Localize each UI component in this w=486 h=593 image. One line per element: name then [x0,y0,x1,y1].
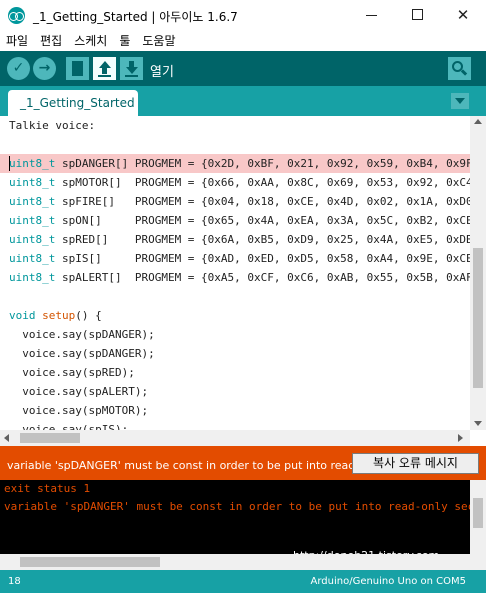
code-line: uint8_t spON[] PROGMEM = {0x65, 0x4A, 0x… [9,211,470,230]
console-line: exit status 1 [4,482,91,495]
console-line: variable 'spDANGER' must be const in ord… [4,500,470,513]
title-bar: _1_Getting_Started | 아두이노 1.6.7 ✕ [0,0,486,31]
checkmark-icon: ✓ [12,60,25,76]
menu-bar: 파일 편집 스케치 툴 도움말 [0,31,486,51]
console-horizontal-scrollbar[interactable] [0,554,486,570]
close-icon: ✕ [456,6,470,24]
serial-monitor-button[interactable] [448,57,471,80]
minimize-icon [365,15,377,16]
menu-tools[interactable]: 툴 [119,31,130,51]
new-file-icon [72,61,83,76]
menu-sketch[interactable]: 스케치 [74,31,107,51]
line-number: 18 [8,576,21,587]
minimize-button[interactable] [348,0,394,31]
open-button[interactable] [93,57,116,80]
tab-sketch[interactable]: _1_Getting_Started [8,90,138,116]
code-text: spALERT[] PROGMEM = {0xA5, 0xCF, 0xC6, 0… [61,271,470,284]
code-line: uint8_t spDANGER[] PROGMEM = {0x2D, 0xBF… [9,154,470,173]
code-text: spFIRE[] PROGMEM = {0x04, 0x18, 0xCE, 0x… [61,195,470,208]
menu-help[interactable]: 도움말 [142,31,175,51]
code-text: spDANGER[] PROGMEM = {0x2D, 0xBF, 0x21, … [61,157,470,170]
console-hscroll-thumb[interactable] [20,557,160,567]
maximize-icon [411,9,423,20]
code-line: uint8_t spIS[] PROGMEM = {0xAD, 0xED, 0x… [9,249,470,268]
new-button[interactable] [66,57,89,80]
console-vscroll-thumb[interactable] [473,498,483,528]
status-bar: 18 Arduino/Genuino Uno on COM5 [0,570,486,593]
code-text: spRED[] PROGMEM = {0x6A, 0xB5, 0xD9, 0x2… [61,233,470,246]
window-title: _1_Getting_Started | 아두이노 1.6.7 [33,10,238,24]
code-keyword: void [9,309,36,322]
open-arrow-up-icon [99,61,111,68]
save-button[interactable] [120,57,143,80]
code-type-keyword: uint8_t [9,157,56,170]
code-type-keyword: uint8_t [9,214,56,227]
scroll-left-icon[interactable] [4,434,9,442]
code-line: voice.say(spALERT); [9,385,149,398]
toolbar-hover-label: 열기 [150,65,174,80]
menu-file[interactable]: 파일 [6,31,28,51]
tab-bar: _1_Getting_Started [0,86,486,116]
code-line: Talkie voice: [9,119,96,132]
code-text: spMOTOR[] PROGMEM = {0x66, 0xAA, 0x8C, 0… [61,176,470,189]
code-line: voice.say(spDANGER); [9,347,155,360]
code-line: uint8_t spALERT[] PROGMEM = {0xA5, 0xCF,… [9,268,470,287]
verify-button[interactable]: ✓ [7,57,30,80]
tab-menu-dropdown-icon[interactable] [451,93,469,109]
code-line: void setup() { [9,306,102,325]
code-type-keyword: uint8_t [9,176,56,189]
code-editor[interactable]: Talkie voice: uint8_t spDANGER[] PROGMEM … [0,116,470,430]
copy-error-button[interactable]: 복사 오류 메시지 [352,453,479,474]
console-output[interactable]: exit status 1 variable 'spDANGER' must b… [0,480,470,554]
save-arrow-down-icon [126,67,138,74]
arduino-logo-icon [8,7,25,24]
code-line: uint8_t spFIRE[] PROGMEM = {0x04, 0x18, … [9,192,470,211]
code-line: voice.say(spIS); [9,423,129,430]
code-type-keyword: uint8_t [9,233,56,246]
editor-horizontal-scrollbar[interactable] [0,430,470,446]
editor-vertical-scrollbar[interactable] [470,116,486,430]
editor-hscroll-thumb[interactable] [20,433,80,443]
code-text: spON[] PROGMEM = {0x65, 0x4A, 0xEA, 0x3A… [61,214,470,227]
close-button[interactable]: ✕ [440,0,486,31]
code-line: uint8_t spRED[] PROGMEM = {0x6A, 0xB5, 0… [9,230,470,249]
scroll-up-icon[interactable] [474,119,482,124]
code-line: voice.say(spRED); [9,366,135,379]
error-strip: variable 'spDANGER' must be const in ord… [0,446,486,480]
code-type-keyword: uint8_t [9,252,56,265]
maximize-button[interactable] [394,0,440,31]
code-type-keyword: uint8_t [9,195,56,208]
code-line: voice.say(spMOTOR); [9,404,149,417]
editor-vscroll-thumb[interactable] [473,248,483,388]
scroll-down-icon[interactable] [474,421,482,426]
code-text: () { [75,309,102,322]
code-function-name: setup [42,309,76,322]
code-line: voice.say(spDANGER); [9,328,155,341]
toolbar: ✓ → 열기 [0,51,486,86]
menu-edit[interactable]: 편집 [40,31,62,51]
console-vertical-scrollbar[interactable] [470,480,486,554]
arrow-right-icon: → [38,60,51,76]
code-type-keyword: uint8_t [9,271,56,284]
code-line: uint8_t spMOTOR[] PROGMEM = {0x66, 0xAA,… [9,173,470,192]
upload-button[interactable]: → [33,57,56,80]
board-port: Arduino/Genuino Uno on COM5 [310,576,467,587]
scroll-right-icon[interactable] [458,434,463,442]
code-text: spIS[] PROGMEM = {0xAD, 0xED, 0xD5, 0x58… [61,252,470,265]
error-message: variable 'spDANGER' must be const in ord… [7,459,352,472]
